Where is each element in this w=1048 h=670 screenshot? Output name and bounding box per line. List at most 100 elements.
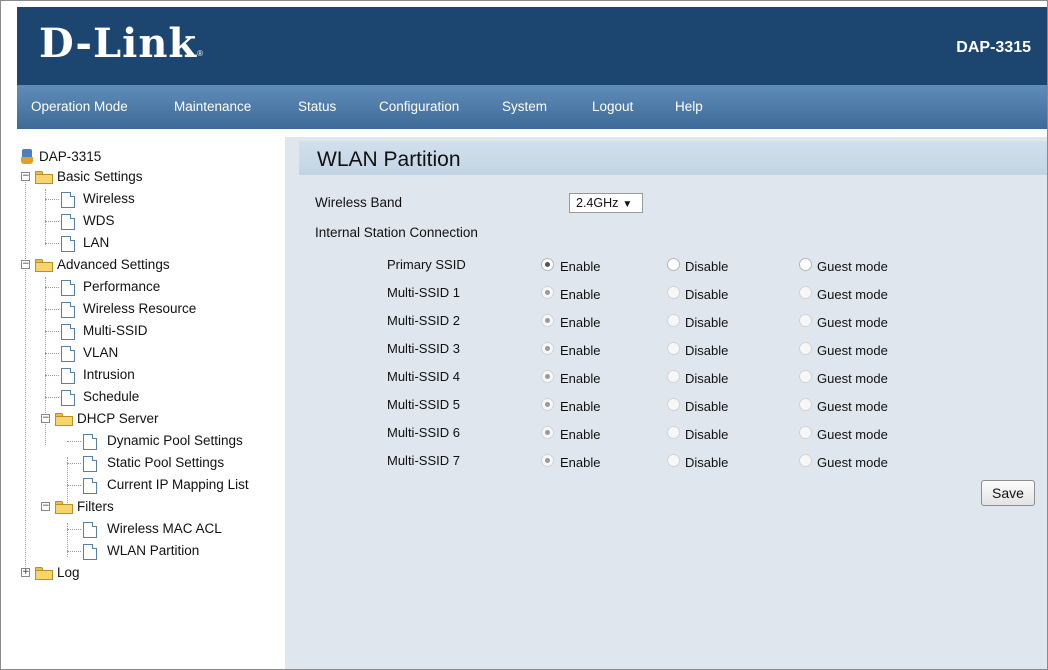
radio-disable[interactable] — [667, 258, 680, 271]
radio-disable[interactable] — [667, 454, 680, 467]
radio-disable[interactable] — [667, 398, 680, 411]
main-panel: WLAN Partition Wireless Band 2.4GHz ▼ Int… — [299, 137, 1047, 669]
tree-item-label[interactable]: WLAN Partition — [107, 541, 199, 561]
tree-root-label[interactable]: DAP-3315 — [39, 147, 101, 167]
tree-item-label[interactable]: Wireless — [83, 189, 135, 209]
nav-logout[interactable]: Logout — [592, 99, 633, 114]
nav-status[interactable]: Status — [298, 99, 336, 114]
registered-mark: ® — [197, 49, 205, 58]
page-icon — [61, 368, 75, 384]
radio-guest-mode[interactable] — [799, 426, 812, 439]
tree-filters-label[interactable]: Filters — [77, 497, 114, 517]
tree-item-label[interactable]: LAN — [83, 233, 109, 253]
radio-guest-mode[interactable] — [799, 454, 812, 467]
tree-item-label[interactable]: Wireless Resource — [83, 299, 196, 319]
internal-station-label: Internal Station Connection — [315, 225, 478, 240]
tree-line — [67, 485, 81, 486]
ssid-row-label: Multi-SSID 1 — [387, 285, 460, 300]
nav-maintenance[interactable]: Maintenance — [174, 99, 251, 114]
radio-guest-mode[interactable] — [799, 342, 812, 355]
tree-item-label[interactable]: Schedule — [83, 387, 139, 407]
wireless-band-value: 2.4GHz — [576, 196, 619, 210]
option-label: Guest mode — [817, 343, 888, 358]
dropdown-arrow-icon: ▼ — [622, 199, 633, 210]
option-label: Guest mode — [817, 315, 888, 330]
radio-guest-mode[interactable] — [799, 314, 812, 327]
page-icon — [61, 236, 75, 252]
radio-enable[interactable] — [541, 314, 554, 327]
tree-advanced-settings-label[interactable]: Advanced Settings — [57, 255, 170, 275]
tree-item-label[interactable]: Performance — [83, 277, 160, 297]
tree-line — [45, 397, 59, 398]
tree-log-label[interactable]: Log — [57, 563, 80, 583]
brand-text: D-Link — [39, 20, 198, 67]
save-button[interactable]: Save — [981, 480, 1035, 506]
ssid-row-label: Multi-SSID 2 — [387, 313, 460, 328]
radio-disable[interactable] — [667, 286, 680, 299]
option-label: Enable — [560, 343, 601, 358]
radio-disable[interactable] — [667, 314, 680, 327]
radio-disable[interactable] — [667, 342, 680, 355]
nav-system[interactable]: System — [502, 99, 547, 114]
option-label: Disable — [685, 455, 729, 470]
radio-enable[interactable] — [541, 258, 554, 271]
nav-configuration[interactable]: Configuration — [379, 99, 459, 114]
tree-item-label[interactable]: Current IP Mapping List — [107, 475, 249, 495]
tree-item-label[interactable]: Wireless MAC ACL — [107, 519, 222, 539]
expand-icon[interactable]: + — [21, 568, 30, 577]
wireless-band-label: Wireless Band — [315, 195, 403, 210]
header-gap — [17, 129, 1047, 137]
radio-enable[interactable] — [541, 426, 554, 439]
tree-item-label[interactable]: Static Pool Settings — [107, 453, 224, 473]
page-icon — [61, 192, 75, 208]
collapse-icon[interactable]: − — [21, 260, 30, 269]
option-label: Guest mode — [817, 399, 888, 414]
tree-item-label[interactable]: WDS — [83, 211, 115, 231]
page-icon — [61, 324, 75, 340]
tree-line — [45, 309, 59, 310]
tree-line — [67, 551, 81, 552]
nav-operation-mode[interactable]: Operation Mode — [31, 99, 128, 114]
sidebar-divider[interactable] — [285, 137, 299, 669]
tree-line — [67, 529, 81, 530]
collapse-icon[interactable]: − — [41, 414, 50, 423]
tree-item-label[interactable]: VLAN — [83, 343, 118, 363]
tree-line — [45, 375, 59, 376]
tree-line — [45, 331, 59, 332]
ssid-row-label: Multi-SSID 4 — [387, 369, 460, 384]
option-label: Disable — [685, 399, 729, 414]
page-title-bar: WLAN Partition — [299, 141, 1047, 175]
page-icon — [61, 302, 75, 318]
tree-dhcp-server-label[interactable]: DHCP Server — [77, 409, 159, 429]
folder-open-icon — [55, 413, 73, 426]
main-nav: Operation Mode Maintenance Status Config… — [17, 85, 1047, 129]
wireless-band-select[interactable]: 2.4GHz ▼ — [569, 193, 643, 213]
radio-enable[interactable] — [541, 342, 554, 355]
tree-item-label[interactable]: Intrusion — [83, 365, 135, 385]
option-label: Guest mode — [817, 371, 888, 386]
radio-enable[interactable] — [541, 286, 554, 299]
collapse-icon[interactable]: − — [21, 172, 30, 181]
radio-disable[interactable] — [667, 370, 680, 383]
radio-enable[interactable] — [541, 370, 554, 383]
page-icon — [83, 544, 97, 560]
tree-item-label[interactable]: Multi-SSID — [83, 321, 148, 341]
option-label: Enable — [560, 287, 601, 302]
tree-line — [67, 463, 81, 464]
radio-guest-mode[interactable] — [799, 258, 812, 271]
tree-line — [67, 441, 81, 442]
collapse-icon[interactable]: − — [41, 502, 50, 511]
option-label: Guest mode — [817, 287, 888, 302]
radio-guest-mode[interactable] — [799, 398, 812, 411]
tree-basic-settings-label[interactable]: Basic Settings — [57, 167, 143, 187]
radio-disable[interactable] — [667, 426, 680, 439]
radio-enable[interactable] — [541, 454, 554, 467]
radio-guest-mode[interactable] — [799, 286, 812, 299]
nav-help[interactable]: Help — [675, 99, 703, 114]
radio-guest-mode[interactable] — [799, 370, 812, 383]
page-icon — [83, 434, 97, 450]
tree-item-label[interactable]: Dynamic Pool Settings — [107, 431, 243, 451]
radio-enable[interactable] — [541, 398, 554, 411]
option-label: Disable — [685, 371, 729, 386]
ssid-row-label: Multi-SSID 7 — [387, 453, 460, 468]
